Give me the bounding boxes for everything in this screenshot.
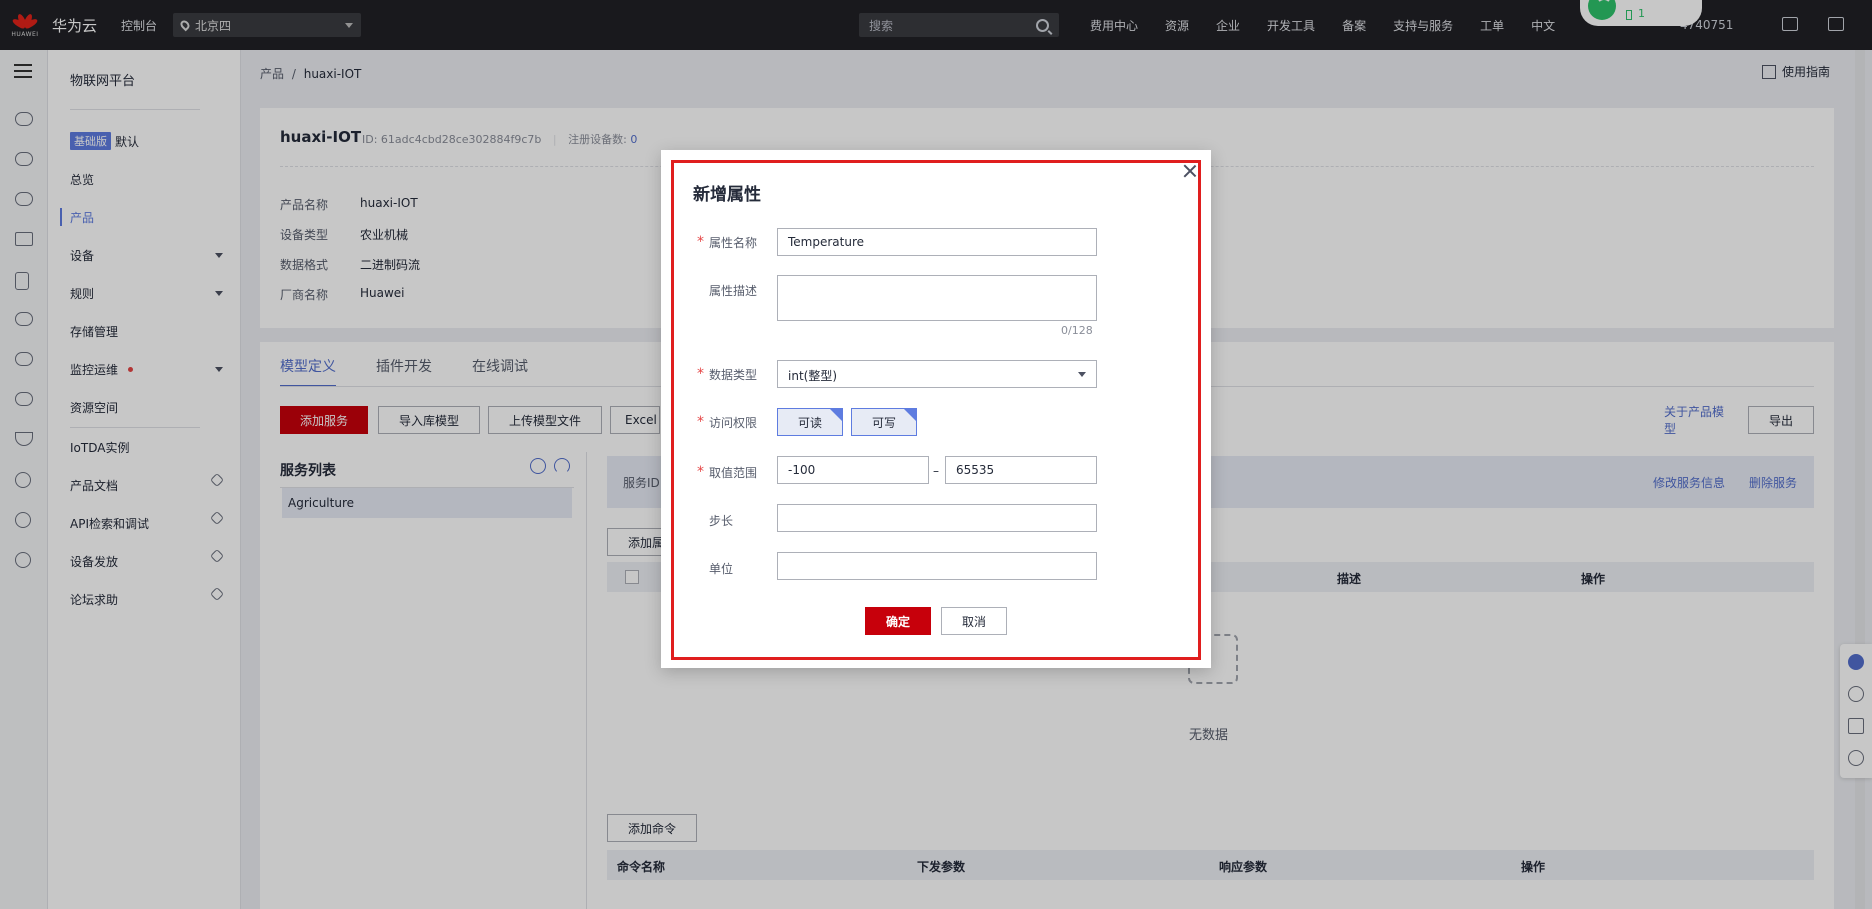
data-type-value: int(整型)	[788, 369, 838, 383]
required-mark: *	[697, 366, 704, 382]
data-type-label: 数据类型	[709, 368, 758, 382]
access-permission-label: 访问权限	[709, 416, 758, 430]
value-range-label: 取值范围	[709, 466, 758, 480]
range-separator: –	[933, 464, 939, 478]
chevron-down-icon	[1078, 372, 1086, 377]
dialog-title: 新增属性	[693, 185, 761, 205]
data-type-select[interactable]: int(整型)	[777, 360, 1097, 388]
confirm-button[interactable]: 确定	[865, 607, 931, 635]
access-write-toggle[interactable]: 可写	[851, 408, 917, 436]
required-mark: *	[697, 464, 704, 480]
property-description-input[interactable]	[777, 275, 1097, 321]
add-property-dialog: 新增属性 * 属性名称 Temperature 属性描述 0/128 * 数据类…	[661, 150, 1211, 668]
access-read-toggle[interactable]: 可读	[777, 408, 843, 436]
description-char-counter: 0/128	[1061, 324, 1093, 337]
cancel-button[interactable]: 取消	[941, 607, 1007, 635]
required-mark: *	[697, 414, 704, 430]
close-icon[interactable]	[1183, 164, 1197, 178]
property-name-input[interactable]: Temperature	[777, 228, 1097, 256]
unit-input[interactable]	[777, 552, 1097, 580]
step-input[interactable]	[777, 504, 1097, 532]
property-description-label: 属性描述	[709, 284, 758, 298]
range-max-input[interactable]: 65535	[945, 456, 1097, 484]
unit-label: 单位	[709, 562, 734, 576]
step-label: 步长	[709, 514, 734, 528]
property-name-label: 属性名称	[709, 236, 758, 250]
range-min-input[interactable]: -100	[777, 456, 929, 484]
required-mark: *	[697, 234, 704, 250]
